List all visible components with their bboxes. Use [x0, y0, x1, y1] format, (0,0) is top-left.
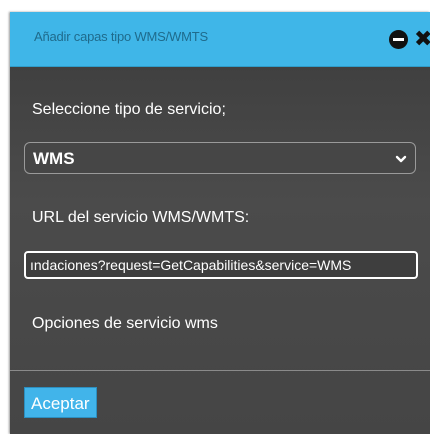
wms-options-label[interactable]: Opciones de servicio wms	[32, 315, 218, 333]
url-input-value: ındaciones?request=GetCapabilities&servi…	[30, 257, 352, 273]
titlebar-controls: ✖	[389, 26, 430, 52]
accept-button[interactable]: Aceptar	[24, 387, 97, 418]
minimize-icon[interactable]	[389, 29, 408, 49]
chevron-down-icon	[395, 155, 407, 163]
service-type-select[interactable]: WMS	[24, 142, 416, 174]
dialog-titlebar[interactable]: Añadir capas tipo WMS/WMTS ✖	[10, 12, 430, 67]
close-icon[interactable]: ✖	[414, 28, 430, 50]
add-wms-layers-dialog: Añadir capas tipo WMS/WMTS ✖ Seleccione …	[10, 12, 430, 434]
url-label: URL del servicio WMS/WMTS:	[32, 209, 250, 226]
footer-divider	[10, 370, 430, 371]
service-type-value: WMS	[33, 149, 75, 168]
url-input[interactable]: ındaciones?request=GetCapabilities&servi…	[24, 251, 418, 279]
service-type-label: Seleccione tipo de servicio;	[32, 101, 226, 118]
dialog-title: Añadir capas tipo WMS/WMTS	[34, 29, 208, 44]
page-background	[0, 0, 430, 12]
